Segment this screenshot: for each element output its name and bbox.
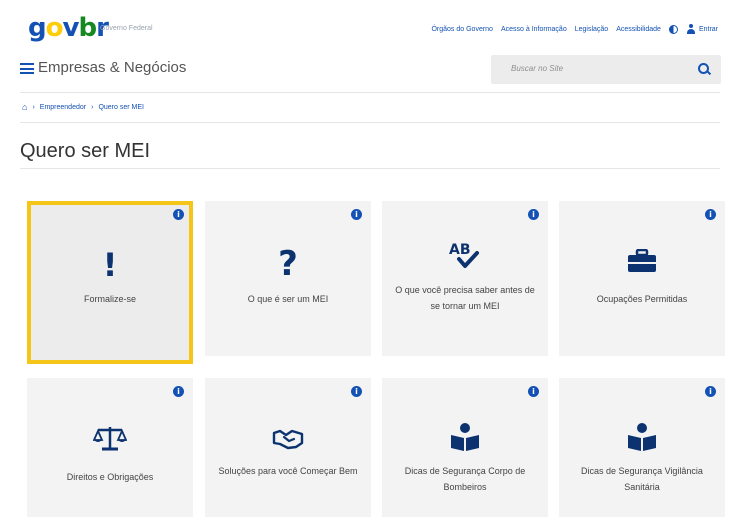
card-solucoes-comecar-bem[interactable]: i Soluções para você Começar Bem bbox=[205, 378, 371, 517]
card-label: O que você precisa saber antes de se tor… bbox=[395, 285, 535, 311]
site-title[interactable]: Empresas & Negócios bbox=[38, 59, 186, 76]
balance-scale-icon bbox=[27, 425, 193, 456]
info-icon[interactable]: i bbox=[528, 386, 539, 397]
search-placeholder: Buscar no Site bbox=[511, 64, 564, 73]
breadcrumb-separator: › bbox=[91, 103, 94, 111]
card-label: O que é ser um MEI bbox=[247, 294, 329, 304]
login-label: Entrar bbox=[698, 25, 718, 33]
breadcrumb-item-current: Quero ser MEI bbox=[98, 103, 144, 111]
info-icon[interactable]: i bbox=[528, 209, 539, 220]
breadcrumb: ⌂ › Empreendedor › Quero ser MEI bbox=[22, 102, 144, 112]
question-icon: ? bbox=[278, 244, 298, 284]
hamburger-menu-icon[interactable] bbox=[20, 63, 34, 74]
card-direitos-obrigacoes[interactable]: i Direitos e Obrigações bbox=[27, 378, 193, 517]
divider bbox=[20, 92, 720, 93]
svg-text:AB: AB bbox=[449, 242, 471, 258]
top-header: govbr Governo Federal Órgãos do Governo … bbox=[0, 0, 730, 50]
info-icon[interactable]: i bbox=[173, 209, 184, 220]
login-button[interactable]: Entrar bbox=[686, 24, 718, 34]
card-o-que-e-ser-mei[interactable]: i ? O que é ser um MEI bbox=[205, 201, 371, 356]
divider bbox=[20, 122, 720, 123]
card-dicas-bombeiros[interactable]: i Dicas de Segurança Corpo de Bombeiros bbox=[382, 378, 548, 517]
briefcase-icon bbox=[559, 248, 725, 278]
search-icon[interactable] bbox=[698, 63, 709, 74]
link-orgaos[interactable]: Órgãos do Governo bbox=[431, 26, 492, 33]
govbr-logo[interactable]: govbr bbox=[28, 13, 109, 43]
top-links: Órgãos do Governo Acesso à Informação Le… bbox=[431, 24, 718, 34]
government-subtitle: Governo Federal bbox=[100, 25, 153, 32]
home-icon[interactable]: ⌂ bbox=[22, 102, 27, 112]
breadcrumb-item-empreendedor[interactable]: Empreendedor bbox=[40, 104, 86, 111]
info-icon[interactable]: i bbox=[705, 386, 716, 397]
user-icon bbox=[686, 24, 696, 34]
card-ocupacoes-permitidas[interactable]: i Ocupações Permitidas bbox=[559, 201, 725, 356]
handshake-icon bbox=[205, 428, 371, 455]
exclamation-icon: ! bbox=[102, 246, 118, 284]
card-label: Dicas de Segurança Corpo de Bombeiros bbox=[404, 466, 526, 492]
info-icon[interactable]: i bbox=[173, 386, 184, 397]
contrast-icon[interactable] bbox=[668, 24, 678, 34]
spellcheck-icon: AB bbox=[382, 239, 548, 276]
card-label: Dicas de Segurança Vigilância Sanitária bbox=[581, 466, 703, 492]
card-label: Direitos e Obrigações bbox=[66, 472, 154, 482]
divider bbox=[20, 168, 720, 169]
info-icon[interactable]: i bbox=[705, 209, 716, 220]
link-acessibilidade[interactable]: Acessibilidade bbox=[616, 26, 661, 33]
card-label: Soluções para você Começar Bem bbox=[218, 466, 358, 476]
search-input[interactable]: Buscar no Site bbox=[491, 55, 721, 84]
card-dicas-vigilancia[interactable]: i Dicas de Segurança Vigilância Sanitári… bbox=[559, 378, 725, 517]
card-label: Ocupações Permitidas bbox=[596, 294, 688, 304]
info-icon[interactable]: i bbox=[351, 386, 362, 397]
page-title: Quero ser MEI bbox=[20, 140, 151, 162]
breadcrumb-separator: › bbox=[32, 103, 35, 111]
link-acesso-informacao[interactable]: Acesso à Informação bbox=[501, 26, 567, 33]
card-formalize-se[interactable]: i ! Formalize-se bbox=[27, 201, 193, 364]
card-o-que-voce-precisa[interactable]: i AB O que você precisa saber antes de s… bbox=[382, 201, 548, 356]
link-legislacao[interactable]: Legislação bbox=[575, 26, 608, 33]
card-label: Formalize-se bbox=[83, 294, 136, 304]
book-reader-icon bbox=[382, 422, 548, 457]
book-reader-icon bbox=[559, 422, 725, 457]
info-icon[interactable]: i bbox=[351, 209, 362, 220]
